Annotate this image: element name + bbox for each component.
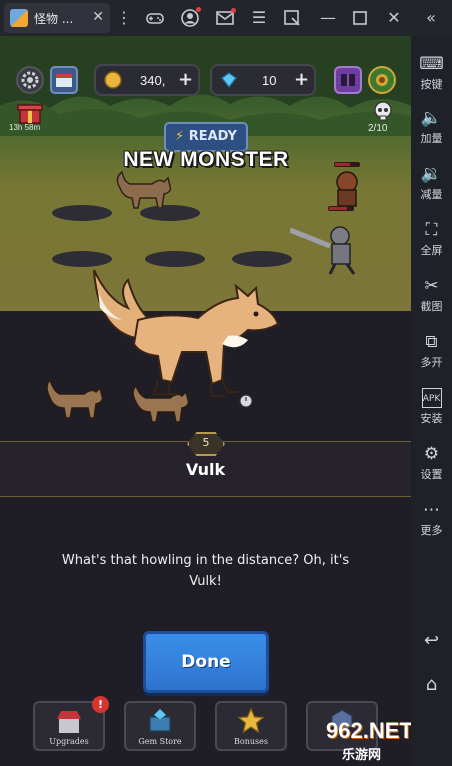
gem-counter: 10 +	[210, 64, 316, 96]
fullscreen-icon: ⛶	[425, 220, 438, 240]
lightning-icon: ⚡	[175, 129, 185, 144]
multi-instance-icon: ⧉	[425, 332, 438, 352]
monster-name: Vulk	[185, 460, 226, 479]
tab-title: 怪物 ...	[34, 11, 74, 26]
pedestal-wolf-sprite-1	[46, 378, 104, 419]
sidebar-label: 截图	[420, 300, 443, 313]
shop-icon	[57, 711, 81, 733]
stopwatch-icon	[238, 392, 254, 408]
monster-level: 5	[202, 436, 210, 449]
watermark-text: 962.NET	[326, 718, 411, 743]
add-gems-button[interactable]: +	[294, 69, 309, 90]
sidebar-item-fullscreen[interactable]: ⛶ 全屏	[411, 220, 452, 258]
sidebar-label: 全屏	[420, 244, 443, 257]
tab-close-icon[interactable]: ✕	[92, 9, 104, 25]
sidebar-item-multi-instance[interactable]: ⧉ 多开	[411, 332, 452, 370]
treasure-chest-icon	[149, 709, 171, 732]
screenshot-icon[interactable]	[282, 8, 302, 28]
ready-label: READY	[188, 129, 237, 144]
sidebar-label: 更多	[420, 524, 443, 537]
sidebar-label: 加量	[420, 132, 443, 145]
gem-icon	[221, 72, 237, 89]
skull-icon	[371, 100, 395, 124]
sidebar-item-volume-up[interactable]: 🔈 加量	[411, 108, 452, 146]
new-monster-banner: NEW MONSTER	[123, 148, 289, 171]
sidebar-label: 设置	[420, 468, 443, 481]
sidebar-item-screenshot[interactable]: ✂ 截图	[411, 276, 452, 314]
close-icon[interactable]: ✕	[384, 8, 404, 28]
bonuses-label: Bonuses	[234, 737, 268, 746]
pedestal-wolf-sprite-2	[132, 384, 190, 423]
done-button[interactable]: Done	[143, 631, 269, 693]
gift-box-button[interactable]	[16, 99, 44, 125]
sidebar-label: 安装	[420, 412, 443, 425]
collapse-icon[interactable]: «	[421, 8, 441, 28]
account-icon[interactable]	[180, 7, 201, 28]
keyboard-icon: ⌨	[419, 54, 444, 74]
account-notification-dot	[196, 7, 201, 12]
sidebar-item-keymap[interactable]: ⌨ 按键	[411, 54, 452, 92]
settings-icon: ⚙	[423, 444, 440, 464]
sidebar-item-settings[interactable]: ⚙ 设置	[411, 444, 452, 482]
sidebar-item-volume-down[interactable]: 🔉 减量	[411, 164, 452, 202]
more-icon: ⋯	[423, 500, 440, 520]
gem-store-button[interactable]: Gem Store	[124, 701, 196, 751]
menu-icon[interactable]: ☰	[249, 8, 269, 28]
bonuses-button[interactable]: Bonuses	[215, 701, 287, 751]
book-icon	[341, 74, 355, 86]
emulator-window: 怪物 ... ✕ ⋮ ☰ — ✕ « 340, + 10 + 13h 58m 2…	[0, 0, 452, 766]
volume-down-icon: 🔉	[420, 164, 443, 184]
calendar-button[interactable]	[50, 66, 78, 94]
coin-counter: 340, +	[94, 64, 200, 96]
emulator-sidebar: ⌨ 按键 🔈 加量 🔉 减量 ⛶ 全屏 ✂ 截图 ⧉ 多开 APK 安装 ⚙ 设…	[411, 36, 452, 766]
sidebar-label: 按键	[420, 78, 443, 91]
home-icon[interactable]: ⌂	[411, 674, 452, 695]
gem-value: 10	[262, 73, 277, 88]
coin-value: 340,	[140, 73, 166, 88]
sidebar-item-more[interactable]: ⋯ 更多	[411, 500, 452, 538]
app-icon	[10, 9, 28, 27]
scissors-icon: ✂	[424, 276, 439, 296]
add-coins-button[interactable]: +	[178, 69, 193, 90]
app-tab[interactable]: 怪物 ... ✕	[4, 3, 110, 33]
mail-icon[interactable]	[215, 8, 236, 28]
upgrades-notification-badge: !	[92, 696, 109, 713]
apk-install-icon: APK	[421, 388, 442, 408]
settings-gear-button[interactable]	[16, 66, 44, 94]
gamepad-icon[interactable]	[145, 8, 165, 28]
sidebar-label: 减量	[420, 188, 443, 201]
monster-description: What's that howling in the distance? Oh,…	[61, 553, 350, 589]
title-bar: 怪物 ... ✕ ⋮ ☰ — ✕ «	[0, 0, 452, 36]
minimize-icon[interactable]: —	[318, 8, 338, 28]
volume-up-icon: 🔈	[420, 108, 443, 128]
watermark-subtext: 乐游网	[342, 748, 382, 763]
star-icon	[237, 707, 265, 734]
maximize-icon[interactable]	[350, 8, 370, 28]
coin-icon	[104, 71, 122, 89]
calendar-icon	[56, 74, 72, 87]
gift-icon	[17, 104, 43, 124]
back-icon[interactable]: ↩	[411, 630, 452, 651]
lion-emblem-icon	[376, 74, 388, 86]
trophy-button[interactable]	[368, 66, 396, 94]
sidebar-item-install[interactable]: APK 安装	[411, 388, 452, 426]
game-viewport[interactable]: 340, + 10 + 13h 58m 2/10 ⚡ READY NEW MON…	[0, 36, 411, 766]
monster-count: 2/10	[368, 123, 388, 134]
monster-book-button[interactable]	[334, 66, 362, 94]
gift-timer: 13h 58m	[9, 123, 41, 132]
sidebar-label: 多开	[420, 356, 443, 369]
site-watermark: 962.NET 乐游网	[312, 716, 411, 766]
gem-store-label: Gem Store	[138, 737, 182, 746]
more-icon[interactable]: ⋮	[114, 8, 134, 28]
mail-notification-dot	[231, 8, 236, 13]
upgrades-label: Upgrades	[49, 737, 89, 746]
